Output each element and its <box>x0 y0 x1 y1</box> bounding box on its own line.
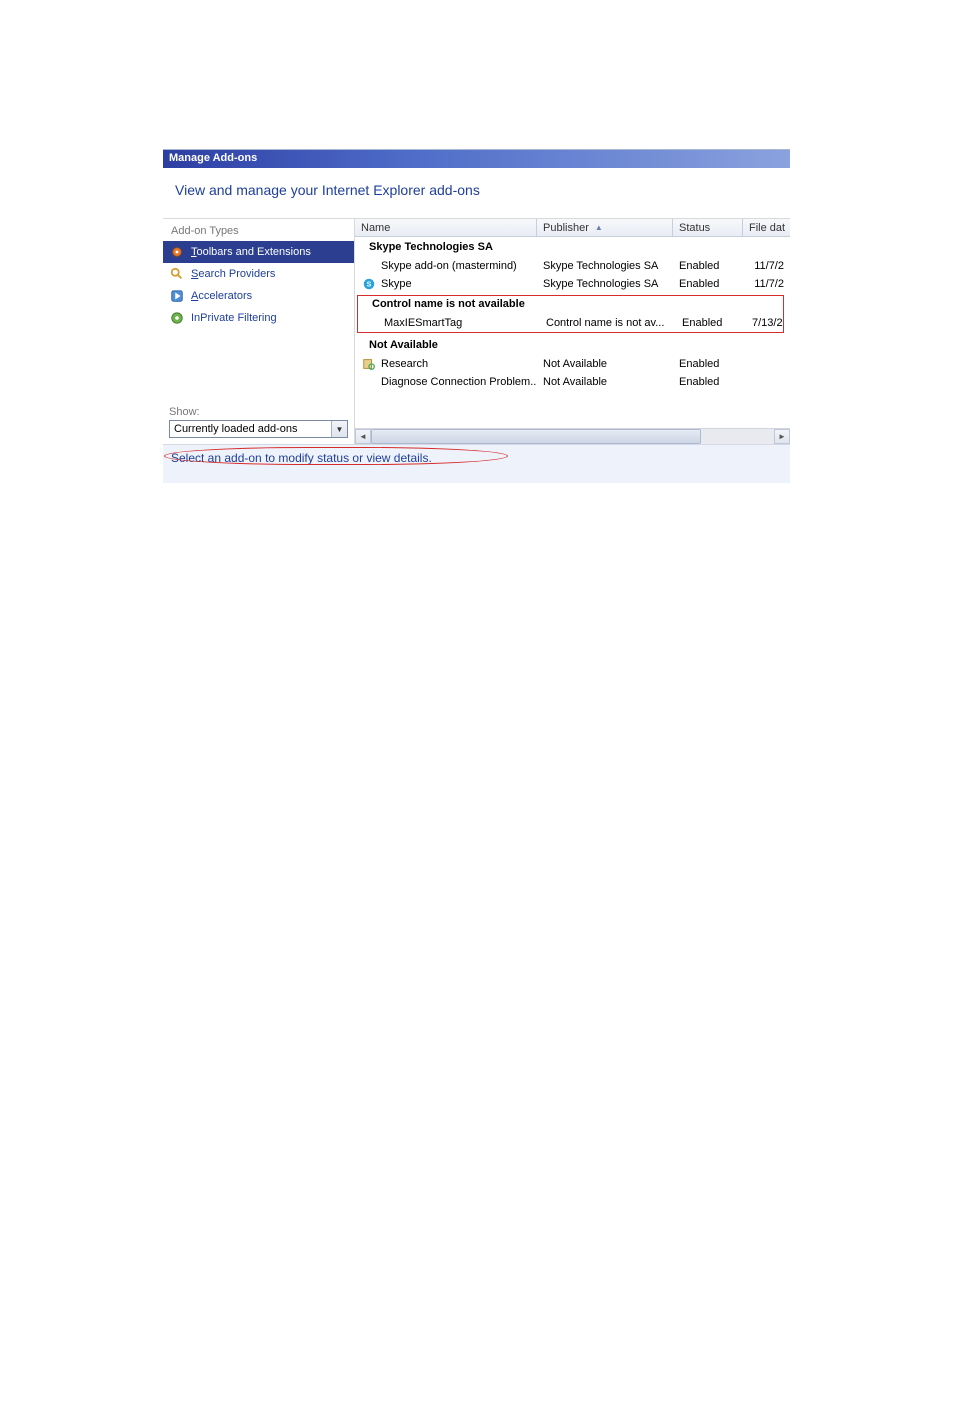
group-header: Not Available <box>355 335 790 355</box>
addon-rows: Skype Technologies SA Skype add-on (mast… <box>355 237 790 428</box>
col-status[interactable]: Status <box>673 219 743 236</box>
scroll-thumb[interactable] <box>371 429 701 444</box>
nav-label: Toolbars and Extensions <box>191 246 311 258</box>
manage-addons-dialog: Manage Add-ons View and manage your Inte… <box>163 149 790 483</box>
table-row[interactable]: MaxIESmartTag Control name is not av... … <box>358 314 783 332</box>
col-name[interactable]: Name <box>355 219 537 236</box>
details-panel: Select an add-on to modify status or vie… <box>163 444 790 483</box>
horizontal-scrollbar[interactable]: ◄ ► <box>355 428 790 444</box>
nav-toolbars-extensions[interactable]: Toolbars and Extensions <box>163 241 354 263</box>
blank-icon <box>361 258 377 274</box>
dialog-header: View and manage your Internet Explorer a… <box>163 168 790 218</box>
skype-icon: S <box>361 276 377 292</box>
blank-icon <box>361 374 377 390</box>
scroll-track[interactable] <box>371 429 774 444</box>
group-header: Skype Technologies SA <box>355 237 790 257</box>
search-icon <box>169 266 185 282</box>
show-dropdown[interactable]: Currently loaded add-ons ▼ <box>169 420 348 438</box>
window-title: Manage Add-ons <box>169 152 257 164</box>
nav-label: Accelerators <box>191 290 252 302</box>
detail-prompt: Select an add-on to modify status or vie… <box>171 451 432 465</box>
group-header: Control name is not available <box>358 296 783 314</box>
sidebar: Add-on Types Toolbars and Extensions Sea… <box>163 219 355 444</box>
table-row[interactable]: Diagnose Connection Problem... Not Avail… <box>355 373 790 391</box>
table-row[interactable]: Research Not Available Enabled <box>355 355 790 373</box>
nav-inprivate-filtering[interactable]: InPrivate Filtering <box>163 307 354 329</box>
inprivate-icon <box>169 310 185 326</box>
scroll-left-icon[interactable]: ◄ <box>355 429 371 444</box>
highlighted-group: Control name is not available MaxIESmart… <box>357 295 784 333</box>
svg-text:S: S <box>367 282 372 289</box>
nav-search-providers[interactable]: Search Providers <box>163 263 354 285</box>
blank-icon <box>364 315 380 331</box>
sidebar-header: Add-on Types <box>163 219 354 241</box>
nav-label: InPrivate Filtering <box>191 312 277 324</box>
research-icon <box>361 356 377 372</box>
column-headers: Name Publisher ▲ Status File dat <box>355 219 790 237</box>
show-label: Show: <box>169 406 348 418</box>
titlebar[interactable]: Manage Add-ons <box>163 150 790 168</box>
addon-list-pane: Name Publisher ▲ Status File dat Skype T… <box>355 219 790 444</box>
dialog-heading: View and manage your Internet Explorer a… <box>175 182 778 198</box>
table-row[interactable]: Skype add-on (mastermind) Skype Technolo… <box>355 257 790 275</box>
nav-label: Search Providers <box>191 268 275 280</box>
gear-icon <box>169 244 185 260</box>
nav-accelerators[interactable]: Accelerators <box>163 285 354 307</box>
dropdown-button-icon[interactable]: ▼ <box>331 421 347 437</box>
addon-types-list: Toolbars and Extensions Search Providers… <box>163 241 354 329</box>
accelerator-icon <box>169 288 185 304</box>
col-file-date[interactable]: File dat <box>743 219 790 236</box>
col-publisher[interactable]: Publisher ▲ <box>537 219 673 236</box>
sort-asc-icon: ▲ <box>595 223 603 232</box>
show-dropdown-value: Currently loaded add-ons <box>170 423 331 435</box>
scroll-right-icon[interactable]: ► <box>774 429 790 444</box>
table-row[interactable]: S Skype Skype Technologies SA Enabled 11… <box>355 275 790 293</box>
